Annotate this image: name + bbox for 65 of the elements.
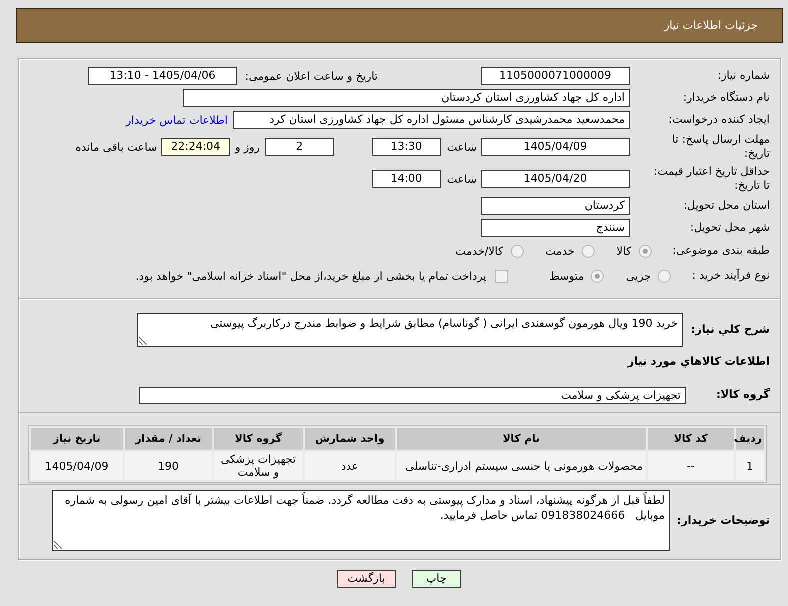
radio-label: کالا	[616, 244, 632, 258]
print-button[interactable]: چاپ	[412, 570, 461, 588]
contact-link[interactable]: اطلاعات تماس خریدار	[126, 114, 228, 126]
remaining-time-field[interactable]: 22:24:04	[161, 138, 230, 156]
field-label: شهر محل تحویل:	[689, 221, 770, 235]
table-cell: 1405/04/09	[31, 452, 123, 480]
requester-field[interactable]: محمدسعید محمدرشیدی کارشناس مسئول اداره کل جهاد کشاورزی استان کرد	[233, 111, 630, 129]
field-label: توضیحات خریدار:	[676, 514, 770, 528]
table-cell: --	[648, 452, 734, 480]
deadline-date-field[interactable]: 1405/04/09	[481, 138, 630, 156]
field-label: مهلت ارسال پاسخ: تا تاریخ:	[671, 133, 770, 161]
radio-button[interactable]	[582, 244, 595, 258]
checkbox-label: پرداخت تمام یا بخشی از مبلغ خرید،از محل "اسناد خزانه اسلامی" خواهد بود.	[136, 270, 487, 282]
radio-label: خدمت	[546, 244, 575, 258]
column-header: ردیف	[736, 428, 764, 450]
field-label: ساعت	[447, 172, 477, 186]
goods-group-field[interactable]: تجهیزات پزشکی و سلامت	[139, 386, 686, 404]
validity-date-field[interactable]: 1405/04/20	[481, 170, 630, 188]
province-field[interactable]: کردستان	[481, 197, 630, 215]
column-header: واحد شمارش	[305, 428, 395, 450]
field-label: شرح کلي نیاز:	[690, 323, 770, 337]
radio-button[interactable]	[510, 244, 524, 258]
table-cell: تجهیزات پزشکی و سلامت	[214, 452, 303, 480]
field-label: ساعت باقی مانده	[76, 140, 158, 154]
radio-label: کالا/خدمت	[456, 244, 504, 258]
field-label: حداقل تاریخ اعتبار قیمت: تا تاریخ:	[653, 165, 770, 193]
table-cell: عدد	[305, 452, 395, 480]
field-label: استان محل تحویل:	[682, 199, 770, 213]
radio-label: جزیی	[626, 270, 652, 282]
column-header: تعداد / مقدار	[125, 428, 212, 450]
checkbox[interactable]	[494, 270, 508, 282]
column-header: نام کالا	[397, 428, 646, 450]
need-number-field[interactable]: 1105000071000009	[481, 67, 630, 85]
deadline-time-field[interactable]: 13:30	[372, 138, 442, 156]
validity-time-field[interactable]: 14:00	[372, 170, 442, 188]
column-header: کد کالا	[648, 428, 734, 450]
buyer-org-field[interactable]: اداره کل جهاد کشاورزی استان کردستان	[183, 89, 630, 107]
back-button[interactable]: بازگشت	[337, 570, 396, 588]
table-cell: محصولات هورمونی یا جنسی سیستم ادراری-تناسلی	[397, 452, 646, 480]
resize-grip-icon[interactable]	[54, 541, 62, 549]
field-label: گروه کالا:	[715, 388, 770, 402]
page-title: جزئیات اطلاعات نیاز	[664, 19, 758, 32]
radio-label: متوسط	[550, 270, 584, 282]
field-label: تاریخ و ساعت اعلان عمومی:	[245, 70, 378, 82]
field-label: نام دستگاه خریدار:	[682, 91, 770, 105]
section-heading: اطلاعات کالاهاي مورد نیاز	[626, 354, 770, 369]
field-label: روز و	[235, 140, 260, 154]
table-cell: 1	[736, 452, 764, 480]
column-header: گروه کالا	[214, 428, 303, 450]
radio-button[interactable]	[638, 244, 652, 258]
radio-button[interactable]	[591, 270, 604, 282]
radio-button[interactable]	[658, 270, 672, 282]
column-header: تاریخ نیاز	[31, 428, 123, 450]
field-label: ایجاد کننده درخواست:	[668, 113, 770, 127]
notes-textarea[interactable]: لطفاً قبل از هرگونه پیشنهاد، اسناد و مدارک پیوستی به دقت مطالعه گردد. ضمناً جهت اطلاعات بیشتر با آقای امین رسولی به شماره موبایل 091838024666 تماس حاصل فرمایید.	[52, 490, 670, 551]
field-label: شماره نیاز:	[716, 69, 770, 83]
field-label: نوع فرآیند خرید :	[692, 269, 770, 283]
announce-date-field[interactable]: 1405/04/06 - 13:10	[88, 67, 238, 85]
resize-grip-icon[interactable]	[139, 337, 147, 345]
description-textarea[interactable]: خرید 190 ویال هورمون گوسفندی ایرانی ( گوناسام) مطابق شرایط و ضوابط مندرج درکاربرگ پیوستی	[137, 313, 683, 347]
field-label: ساعت	[447, 140, 477, 154]
table-cell: 190	[125, 452, 212, 480]
days-field[interactable]: 2	[265, 138, 334, 156]
field-label: طبقه بندی موضوعی:	[672, 244, 770, 258]
city-field[interactable]: سنندج	[481, 219, 630, 237]
